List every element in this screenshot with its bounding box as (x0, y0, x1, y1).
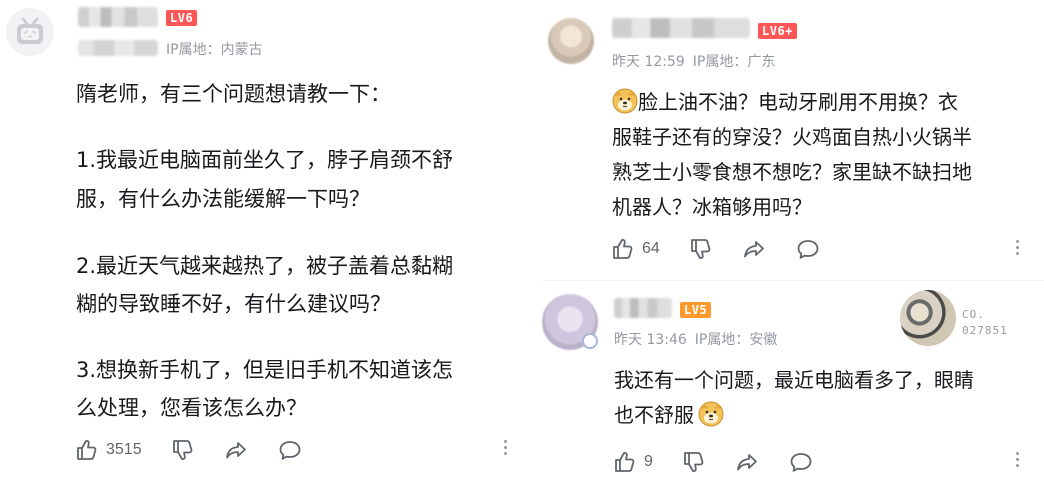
comment-line: 2.最近天气越来越热了，被子盖着总黏糊 (76, 254, 454, 278)
comment-line: 糊的导致睡不好，有什么建议吗？ (76, 292, 391, 316)
verified-icon (582, 333, 598, 349)
comment-line: 服鞋子还有的穿没？火鸡面自热小火锅半 (612, 125, 972, 149)
dislike-icon (172, 440, 192, 461)
comment-line: 熟芝士小零食想不想吃？家里缺不缺扫地 (612, 160, 972, 184)
more-icon[interactable] (1016, 240, 1019, 255)
comment-line: 3.想换新手机了，但是旧手机不知道该怎 (76, 358, 454, 382)
like-button[interactable]: 64 (610, 237, 660, 261)
comment-line: 我还有一个问题，最近电脑看多了，眼睛 (614, 368, 974, 392)
comment-line: 也不舒服 (614, 399, 724, 432)
comment-line-text: 脸上油不油？电动牙刷用不用换？衣 (638, 90, 958, 114)
dislike-icon (684, 452, 704, 473)
username-redacted[interactable] (614, 298, 672, 318)
like-button[interactable]: 9 (612, 450, 653, 474)
dislike-icon (690, 239, 711, 260)
comment-line: 机器人？冰箱够用吗？ (612, 195, 812, 219)
dislike-button[interactable] (170, 438, 196, 462)
comment-actions: 3515 (74, 438, 304, 462)
post-time: 昨天 12:59 (612, 54, 685, 70)
comment-meta: 昨天 12:59 IP属地：广东 (612, 51, 775, 71)
comment-separator (542, 280, 1044, 281)
username-redacted[interactable] (78, 7, 158, 27)
panel-divider (534, 0, 542, 479)
reply-button[interactable] (796, 237, 822, 261)
right-comment-card: LV6+ 昨天 12:59 IP属地：广东 脸上油不油？电动牙刷用不用换？衣 服鞋… (542, 0, 1044, 479)
comment-actions: 64 (610, 237, 822, 261)
dislike-button[interactable] (681, 450, 707, 474)
reply-icon (279, 441, 300, 460)
more-icon[interactable] (1016, 452, 1019, 467)
comment-line: 隋老师，有三个问题想请教一下： (76, 82, 391, 106)
doge-emoji-icon (612, 88, 638, 114)
like-icon (77, 439, 97, 460)
ip-location: IP属地：安徽 (694, 332, 778, 348)
comment-line: 1.我最近电脑面前坐久了，脖子肩颈不舒 (76, 148, 454, 172)
avatar[interactable] (548, 18, 594, 64)
level-badge: LV5 (680, 302, 712, 318)
default-avatar-icon (17, 17, 43, 44)
level-badge: LV6 (166, 10, 198, 26)
comment-line: 服，有什么办法能缓解一下吗？ (76, 187, 370, 211)
share-icon (225, 442, 246, 459)
like-count: 3515 (106, 441, 142, 458)
share-button[interactable] (735, 450, 761, 474)
username-redacted[interactable] (612, 18, 750, 38)
share-icon (737, 454, 757, 471)
like-icon (613, 238, 633, 259)
like-button[interactable]: 3515 (74, 438, 142, 462)
left-comment-card: LV6 IP属地：内蒙古 隋老师，有三个问题想请教一下： 1.我最近电脑面前坐久… (0, 0, 532, 479)
level-badge: LV6+ (758, 23, 797, 39)
post-time: 昨天 13:46 (614, 332, 687, 348)
ip-location: IP属地：广东 (692, 54, 776, 70)
share-button[interactable] (224, 438, 250, 462)
comment-line: 么处理，您看该怎么办？ (76, 396, 307, 420)
doge-emoji-icon (698, 401, 724, 427)
like-icon (615, 451, 635, 472)
comment-meta: 昨天 13:46 IP属地：安徽 (614, 329, 777, 349)
avatar[interactable] (6, 8, 54, 56)
fan-badge-code: CO. (962, 308, 985, 321)
reply-button[interactable] (789, 450, 815, 474)
comment-line-text: 也不舒服 (614, 403, 694, 427)
ip-location: IP属地：内蒙古 (166, 42, 263, 58)
reply-icon (790, 453, 812, 472)
fan-badge: CO. 027851 (900, 290, 1020, 346)
like-count: 64 (642, 240, 660, 257)
post-time-redacted (78, 40, 158, 56)
like-count: 9 (644, 453, 653, 470)
fan-badge-image (900, 290, 956, 346)
more-icon[interactable] (504, 440, 507, 455)
reply-button[interactable] (278, 438, 304, 462)
comment-line: 脸上油不油？电动牙刷用不用换？衣 (612, 86, 958, 119)
reply-icon (797, 240, 819, 259)
share-icon (743, 241, 764, 258)
fan-badge-number: 027851 (962, 324, 1008, 337)
comment-actions: 9 (612, 450, 815, 474)
share-button[interactable] (742, 237, 768, 261)
dislike-button[interactable] (688, 237, 714, 261)
